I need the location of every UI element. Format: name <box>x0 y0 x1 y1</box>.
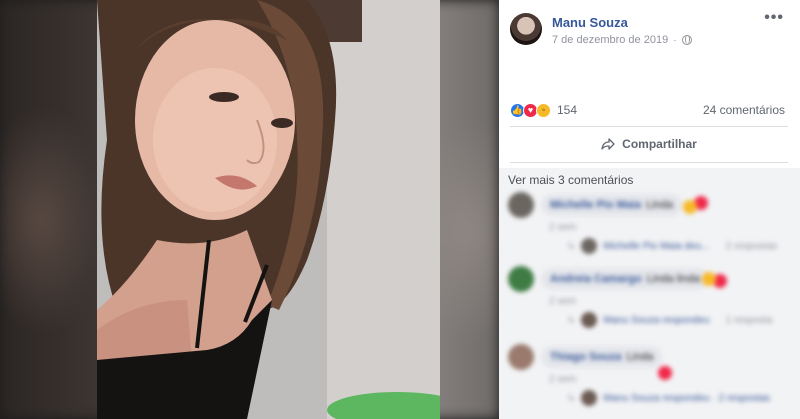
photo-illustration <box>97 0 440 419</box>
post-header: Manu Souza 7 de dezembro de 2019 · ••• <box>499 0 800 60</box>
comment-bubble: Thiago Souza Linda <box>541 346 663 368</box>
comment-count[interactable]: 24 comentários <box>703 103 785 117</box>
reply-thread[interactable]: ↳ Manu Souza respondeu 1 resposta <box>567 312 772 328</box>
comment-bubble: Michelle Pio Maia Linda <box>541 194 683 216</box>
divider <box>510 162 788 163</box>
comment-wow-icon[interactable] <box>683 200 697 214</box>
photo-viewer <box>0 0 499 419</box>
comment-love-icon[interactable] <box>658 366 672 380</box>
comment-time[interactable]: 2 sem <box>549 222 576 233</box>
comment-bubble: Andreia Camargo Linda linda <box>541 268 709 290</box>
reply-avatar <box>581 390 598 406</box>
comment-text: Linda <box>626 351 654 363</box>
reaction-count[interactable]: 154 <box>557 103 577 117</box>
post-side-panel: Manu Souza 7 de dezembro de 2019 · ••• 👍… <box>499 0 800 419</box>
reply-author[interactable]: Manu Souza respondeu · 2 respostas <box>603 393 770 404</box>
wow-icon[interactable]: ◦ <box>536 102 551 118</box>
commenter-name[interactable]: Thiago Souza <box>550 351 622 363</box>
comment-time[interactable]: 2 sem <box>549 374 576 385</box>
comment-text: Linda <box>646 199 674 211</box>
comments-section: Ver mais 3 comentários Michelle Pio Maia… <box>499 168 800 419</box>
post-date[interactable]: 7 de dezembro de 2019 <box>552 34 668 46</box>
reply-author[interactable]: Michelle Pio Maia deu... <box>603 241 709 252</box>
more-options-icon[interactable]: ••• <box>764 10 784 26</box>
commenter-name[interactable]: Andreia Camargo <box>550 273 642 285</box>
commenter-avatar[interactable] <box>508 344 534 370</box>
globe-icon[interactable] <box>681 35 692 45</box>
commenter-avatar[interactable] <box>508 192 534 218</box>
post-meta: 7 de dezembro de 2019 · <box>552 34 692 46</box>
author-name[interactable]: Manu Souza <box>552 15 628 30</box>
reply-avatar <box>581 238 598 254</box>
reply-count[interactable]: 2 respostas <box>726 241 778 252</box>
comment-wow-icon[interactable] <box>702 272 716 286</box>
reply-author[interactable]: Manu Souza respondeu <box>603 315 709 326</box>
post-photo[interactable] <box>97 0 440 419</box>
reply-arrow-icon: ↳ <box>567 240 576 252</box>
share-icon <box>601 138 615 150</box>
comment-text: Linda linda <box>646 273 700 285</box>
author-avatar[interactable] <box>510 13 542 45</box>
reply-arrow-icon: ↳ <box>567 314 576 326</box>
reply-thread[interactable]: ↳ Manu Souza respondeu · 2 respostas <box>567 390 770 406</box>
view-more-comments-link[interactable]: Ver mais 3 comentários <box>508 173 633 187</box>
reply-count[interactable]: 1 resposta <box>726 315 773 326</box>
divider <box>510 126 788 127</box>
reactions-bar: 👍 ♥ ◦ 154 24 comentários <box>510 100 788 120</box>
reply-arrow-icon: ↳ <box>567 392 576 404</box>
share-label: Compartilhar <box>622 137 697 151</box>
share-button[interactable]: Compartilhar <box>510 131 788 157</box>
reply-avatar <box>581 312 598 328</box>
commenter-name[interactable]: Michelle Pio Maia <box>550 199 641 211</box>
comment-time[interactable]: 2 sem <box>549 296 576 307</box>
commenter-avatar[interactable] <box>508 266 534 292</box>
meta-separator: · <box>673 34 677 46</box>
reply-thread[interactable]: ↳ Michelle Pio Maia deu... 2 respostas <box>567 238 777 254</box>
